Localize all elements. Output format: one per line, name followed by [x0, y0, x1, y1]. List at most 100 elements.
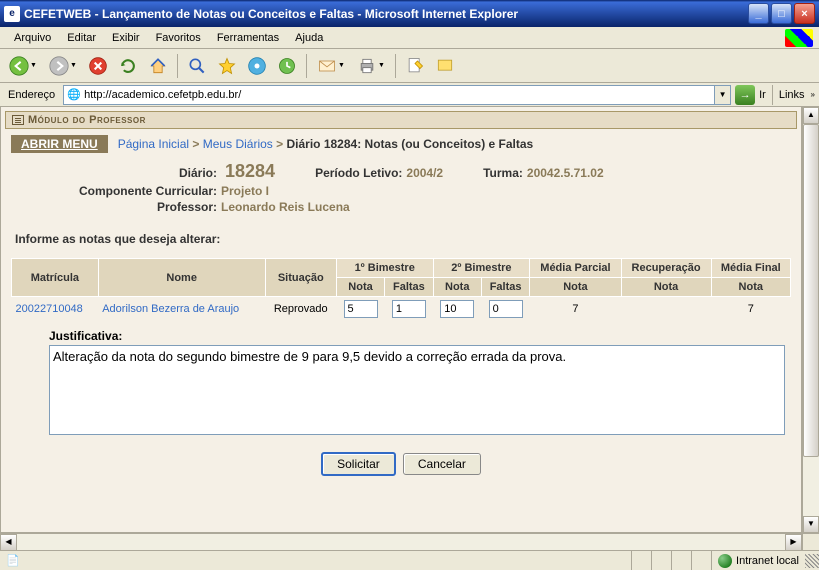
page-status-icon: 📄 [6, 554, 20, 567]
turma-label: Turma: [483, 166, 523, 180]
menu-ajuda[interactable]: Ajuda [287, 30, 331, 46]
toolbar: ▼ ▼ ▼ ▼ [0, 49, 819, 83]
diary-info: Diário: 18284 Período Letivo: 2004/2 Tur… [1, 155, 801, 226]
justificativa-label: Justificativa: [1, 321, 801, 345]
media-button[interactable] [243, 52, 271, 80]
address-bar: Endereço 🌐 ▼ → Ir Links » [0, 83, 819, 107]
app-icon: e [4, 6, 20, 22]
go-button[interactable]: → [735, 85, 755, 105]
open-menu-button[interactable]: ABRIR MENU [11, 135, 108, 153]
breadcrumb: ABRIR MENU Página Inicial > Meus Diários… [1, 133, 801, 155]
zone-label: Intranet local [736, 555, 799, 567]
maximize-button[interactable]: □ [771, 3, 792, 24]
window-titlebar: e CEFETWEB - Lançamento de Notas ou Conc… [0, 0, 819, 27]
diario-value: 18284 [225, 161, 275, 182]
address-label: Endereço [4, 89, 59, 101]
page-content: Módulo do Professor ABRIR MENU Página In… [0, 107, 802, 533]
faltas1-input[interactable] [392, 300, 426, 318]
th-mp-nota: Nota [530, 278, 621, 297]
scroll-down-button[interactable]: ▼ [803, 516, 819, 533]
turma-value: 20042.5.71.02 [527, 166, 604, 180]
grades-table: Matrícula Nome Situação 1º Bimestre 2º B… [11, 258, 791, 321]
componente-value: Projeto I [221, 184, 269, 198]
breadcrumb-current: Diário 18284: Notas (ou Conceitos) e Fal… [286, 137, 533, 151]
media-final-value: 7 [711, 297, 790, 322]
home-button[interactable] [144, 52, 172, 80]
th-rec-nota: Nota [621, 278, 711, 297]
resize-grip[interactable] [805, 554, 819, 568]
nota1-input[interactable] [344, 300, 378, 318]
student-nome[interactable]: Adorilson Bezerra de Araujo [102, 303, 239, 315]
menu-editar[interactable]: Editar [59, 30, 104, 46]
periodo-label: Período Letivo: [315, 166, 402, 180]
window-title: CEFETWEB - Lançamento de Notas ou Concei… [24, 7, 748, 21]
go-label: Ir [759, 89, 766, 101]
th-matricula: Matrícula [12, 259, 99, 297]
media-parcial-value: 7 [530, 297, 621, 322]
th-nota2: Nota [433, 278, 481, 297]
periodo-value: 2004/2 [406, 166, 443, 180]
address-input[interactable] [84, 87, 714, 103]
history-button[interactable] [273, 52, 301, 80]
th-bim2: 2º Bimestre [433, 259, 530, 278]
scroll-thumb[interactable] [803, 124, 819, 457]
module-title: Módulo do Professor [28, 114, 146, 126]
menu-favoritos[interactable]: Favoritos [148, 30, 209, 46]
professor-value: Leonardo Reis Lucena [221, 200, 350, 214]
module-icon [12, 115, 24, 125]
student-matricula[interactable]: 20022710048 [16, 303, 83, 315]
th-nome: Nome [98, 259, 265, 297]
student-situacao: Reprovado [265, 297, 336, 322]
prompt-text: Informe as notas que deseja alterar: [1, 226, 801, 258]
cancelar-button[interactable]: Cancelar [403, 453, 481, 475]
forward-button[interactable]: ▼ [44, 52, 82, 80]
stop-button[interactable] [84, 52, 112, 80]
th-recuperacao: Recuperação [621, 259, 711, 278]
intranet-icon [718, 554, 732, 568]
recuperacao-value [621, 297, 711, 322]
minimize-button[interactable]: _ [748, 3, 769, 24]
links-label: Links [779, 89, 805, 101]
nota2-input[interactable] [440, 300, 474, 318]
back-button[interactable]: ▼ [4, 52, 42, 80]
search-button[interactable] [183, 52, 211, 80]
th-faltas1: Faltas [385, 278, 433, 297]
scroll-up-button[interactable]: ▲ [803, 107, 819, 124]
discuss-button[interactable] [431, 52, 459, 80]
professor-label: Professor: [21, 200, 221, 214]
menu-exibir[interactable]: Exibir [104, 30, 148, 46]
breadcrumb-diaries[interactable]: Meus Diários [203, 137, 273, 151]
page-icon: 🌐 [66, 87, 82, 103]
th-situacao: Situação [265, 259, 336, 297]
status-bar: 📄 Intranet local [0, 550, 819, 570]
menu-bar: Arquivo Editar Exibir Favoritos Ferramen… [0, 27, 819, 49]
scroll-right-button[interactable]: ▶ [785, 534, 802, 551]
address-dropdown[interactable]: ▼ [714, 86, 730, 104]
breadcrumb-home[interactable]: Página Inicial [118, 137, 189, 151]
windows-logo-icon [785, 29, 813, 47]
scroll-left-button[interactable]: ◀ [0, 534, 17, 551]
vertical-scrollbar[interactable]: ▲ ▼ [802, 107, 819, 533]
favorites-button[interactable] [213, 52, 241, 80]
th-faltas2: Faltas [481, 278, 529, 297]
justificativa-input[interactable] [49, 345, 785, 435]
close-button[interactable]: × [794, 3, 815, 24]
table-row: 20022710048 Adorilson Bezerra de Araujo … [12, 297, 791, 322]
th-media-final: Média Final [711, 259, 790, 278]
menu-arquivo[interactable]: Arquivo [6, 30, 59, 46]
refresh-button[interactable] [114, 52, 142, 80]
th-mf-nota: Nota [711, 278, 790, 297]
faltas2-input[interactable] [489, 300, 523, 318]
diario-label: Diário: [21, 166, 221, 180]
th-bim1: 1º Bimestre [336, 259, 433, 278]
print-button[interactable]: ▼ [352, 52, 390, 80]
edit-button[interactable] [401, 52, 429, 80]
module-header: Módulo do Professor [5, 111, 797, 129]
horizontal-scrollbar[interactable]: ◀ ▶ [0, 533, 819, 550]
solicitar-button[interactable]: Solicitar [321, 452, 396, 476]
componente-label: Componente Curricular: [21, 184, 221, 198]
mail-button[interactable]: ▼ [312, 52, 350, 80]
th-nota1: Nota [336, 278, 384, 297]
menu-ferramentas[interactable]: Ferramentas [209, 30, 287, 46]
th-media-parcial: Média Parcial [530, 259, 621, 278]
